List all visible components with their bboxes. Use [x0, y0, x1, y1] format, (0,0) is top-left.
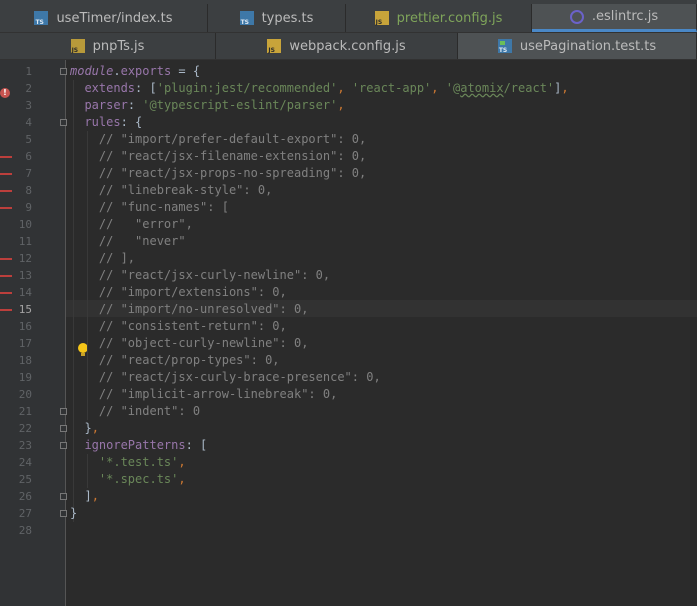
code-line: }	[70, 506, 78, 520]
line-number: 10	[18, 218, 32, 231]
tab-label: usePagination.test.ts	[519, 38, 657, 54]
tab-types[interactable]: types.ts	[208, 4, 346, 32]
line-number: 16	[18, 320, 32, 333]
code-line: // "react/jsx-curly-brace-presence": 0,	[98, 370, 381, 384]
line-number: 25	[18, 473, 32, 486]
code-line: // "react/jsx-props-no-spreading": 0,	[98, 166, 367, 180]
line-number: 26	[18, 490, 32, 503]
line-number: 24	[18, 456, 32, 469]
code-editor[interactable]: ! module.exports = { extends: ['plugin:j…	[0, 60, 697, 606]
code-line: // "react/jsx-curly-newline": 0,	[98, 268, 331, 282]
fold-toggle-icon[interactable]	[60, 408, 67, 415]
line-number: 1	[25, 65, 32, 78]
code-line: },	[70, 421, 99, 435]
code-line: parser: '@typescript-eslint/parser',	[84, 98, 345, 112]
tab-label: webpack.config.js	[289, 38, 406, 54]
line-number: 13	[18, 269, 32, 282]
code-line: '*.spec.ts',	[98, 472, 186, 486]
fold-toggle-icon[interactable]	[60, 119, 67, 126]
code-line: // "react/jsx-filename-extension": 0,	[98, 149, 367, 163]
code-line: // "func-names": [	[98, 200, 229, 214]
tab-eslintrc[interactable]: .eslintrc.js	[532, 4, 697, 32]
line-number: 15	[18, 303, 32, 316]
tab-label: types.ts	[261, 10, 314, 26]
tab-pnpts[interactable]: pnpTs.js	[0, 33, 216, 59]
code-line: extends: ['plugin:jest/recommended', 're…	[84, 81, 569, 95]
line-number: 17	[18, 337, 32, 350]
line-number: 28	[18, 524, 32, 537]
error-marker[interactable]	[0, 190, 12, 192]
code-line: ],	[70, 489, 99, 503]
js-file-icon	[267, 39, 282, 54]
error-icon[interactable]: !	[0, 88, 10, 98]
line-number: 5	[25, 133, 32, 146]
line-number: 22	[18, 422, 32, 435]
tab-label: pnpTs.js	[92, 38, 145, 54]
tab-label: prettier.config.js	[396, 10, 503, 26]
error-marker[interactable]	[0, 275, 12, 277]
code-line: rules: {	[84, 115, 143, 129]
tab-prettier-config[interactable]: prettier.config.js	[346, 4, 532, 32]
fold-toggle-icon[interactable]	[60, 68, 67, 75]
line-number: 8	[25, 184, 32, 197]
js-file-icon	[70, 39, 85, 54]
code-line: // "linebreak-style": 0,	[98, 183, 273, 197]
line-number: 12	[18, 252, 32, 265]
fold-toggle-icon[interactable]	[60, 425, 67, 432]
code-line: module.exports = {	[70, 64, 201, 78]
editor-tab-bar-row-1: useTimer/index.ts types.ts prettier.conf…	[0, 4, 697, 33]
code-line: // "react/prop-types": 0,	[98, 353, 280, 367]
fold-toggle-icon[interactable]	[60, 510, 67, 517]
line-number: 3	[25, 99, 32, 112]
tab-label: .eslintrc.js	[591, 9, 659, 24]
line-number: 11	[18, 235, 32, 248]
error-marker[interactable]	[0, 292, 12, 294]
tab-usetimer-index[interactable]: useTimer/index.ts	[0, 4, 208, 32]
code-line: // "consistent-return": 0,	[98, 319, 287, 333]
error-marker[interactable]	[0, 309, 12, 311]
editor-tab-bar-row-2: pnpTs.js webpack.config.js usePagination…	[0, 33, 697, 60]
ts-file-icon	[34, 11, 49, 26]
line-number: 4	[25, 116, 32, 129]
code-line: // ],	[98, 251, 136, 265]
line-number: 6	[25, 150, 32, 163]
fold-toggle-icon[interactable]	[60, 442, 67, 449]
tab-webpack-config[interactable]: webpack.config.js	[216, 33, 458, 59]
code-line: // "never"	[98, 234, 186, 248]
line-number: 23	[18, 439, 32, 452]
code-line: // "import/extensions": 0,	[98, 285, 287, 299]
line-number: 7	[25, 167, 32, 180]
line-number: 20	[18, 388, 32, 401]
code-line: '*.test.ts',	[98, 455, 186, 469]
tab-label: useTimer/index.ts	[56, 10, 173, 26]
code-line: ignorePatterns: [	[84, 438, 208, 452]
js-file-icon	[374, 11, 389, 26]
tab-usepagination-test[interactable]: usePagination.test.ts	[458, 33, 697, 59]
line-number: 27	[18, 507, 32, 520]
error-marker[interactable]	[0, 156, 12, 158]
code-line: // "object-curly-newline": 0,	[98, 336, 309, 350]
fold-toggle-icon[interactable]	[60, 493, 67, 500]
error-stripe: !	[0, 60, 12, 606]
error-marker[interactable]	[0, 258, 12, 260]
code-line: // "implicit-arrow-linebreak": 0,	[98, 387, 338, 401]
line-number: 21	[18, 405, 32, 418]
line-number: 14	[18, 286, 32, 299]
line-number: 19	[18, 371, 32, 384]
line-number: 9	[25, 201, 32, 214]
test-file-icon	[497, 39, 512, 54]
ts-file-icon	[239, 11, 254, 26]
code-line: // "error",	[98, 217, 193, 231]
line-number: 2	[25, 82, 32, 95]
code-line: // "import/no-unresolved": 0,	[98, 302, 309, 316]
line-number: 18	[18, 354, 32, 367]
error-marker[interactable]	[0, 173, 12, 175]
error-marker[interactable]	[0, 207, 12, 209]
code-line: // "indent": 0	[98, 404, 201, 418]
eslint-icon	[569, 9, 584, 24]
code-line: // "import/prefer-default-export": 0,	[98, 132, 367, 146]
